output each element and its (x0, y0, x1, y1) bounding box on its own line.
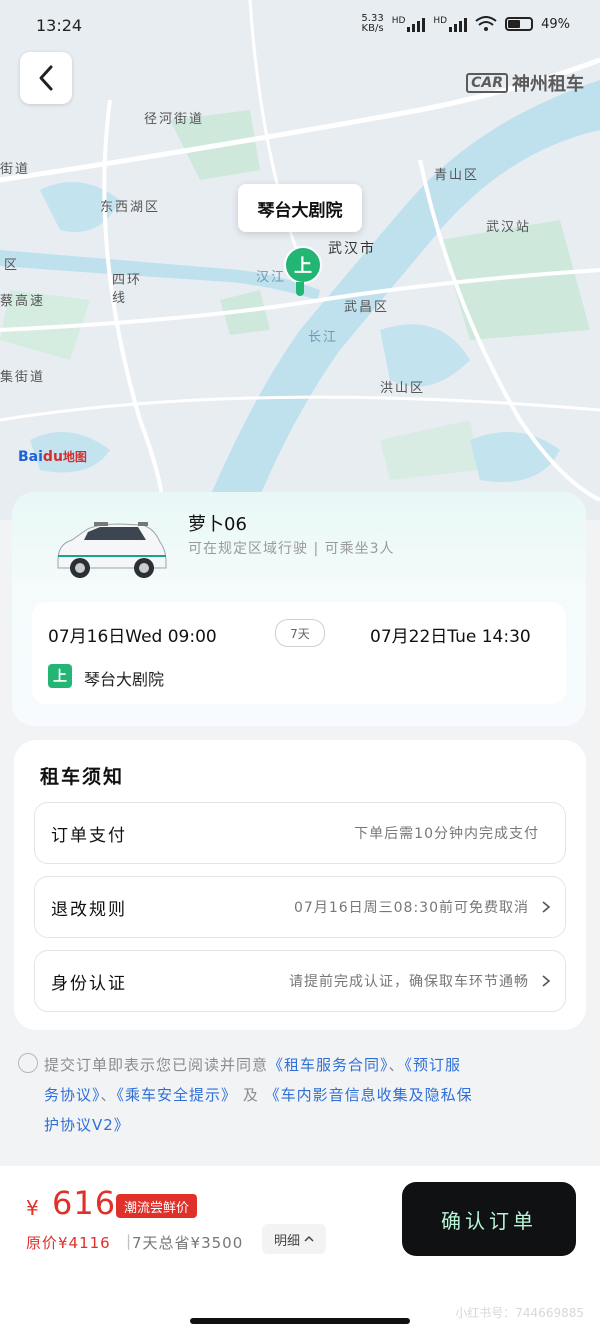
pickup-location[interactable]: 琴台大剧院 (84, 666, 164, 690)
map-label: 洪山区 (380, 381, 426, 396)
privacy-agreement-link[interactable]: 护协议V2》 (44, 1116, 130, 1134)
promo-badge: 潮流尝鲜价 (116, 1194, 198, 1218)
map-label: 汉江 (256, 270, 287, 285)
chevron-right-icon (542, 975, 551, 987)
car-description: 可在规定区域行驶 | 可乘坐3人 (188, 541, 395, 557)
original-price: 原价¥4116 (26, 1234, 111, 1252)
separator: 、 (100, 1086, 117, 1104)
notice-label: 身份认证 (51, 973, 127, 994)
agreement-line: 护协议V2》 (18, 1110, 582, 1140)
pin-stem (296, 282, 304, 296)
map-label: 武昌区 (344, 300, 390, 315)
car-name: 萝卜06 (188, 514, 247, 535)
brand-logo: CAR 神州租车 (466, 70, 584, 96)
map-label: 四环线 (112, 273, 143, 306)
map-label: 青山区 (434, 168, 480, 183)
brand-name: 神州租车 (512, 74, 584, 95)
car-image (57, 522, 167, 578)
signal-icon: HD (392, 16, 426, 32)
signal-icon: HD (433, 16, 468, 32)
hd-label: HD (391, 16, 406, 26)
map-label: 蔡高速 (0, 294, 46, 309)
home-indicator[interactable] (190, 1318, 410, 1324)
status-time: 13:24 (36, 16, 83, 35)
pickup-pin-icon[interactable]: 上 (284, 246, 322, 284)
notice-row-payment: 订单支付 下单后需10分钟内完成支付 (34, 802, 566, 864)
map-label: 街道 (0, 162, 31, 177)
currency-symbol: ¥ (26, 1196, 39, 1220)
notice-value: 07月16日周三08:30前可免费取消 (294, 900, 529, 916)
price-detail-button[interactable]: 明细 (262, 1224, 326, 1254)
battery-icon (505, 17, 534, 31)
booking-agreement-link[interactable]: 务协议》 (44, 1086, 101, 1104)
booking-agreement-link[interactable]: 《预订服 (405, 1056, 462, 1074)
notice-value: 请提前完成认证，确保取车环节通畅 (289, 974, 529, 990)
agreement-prefix: 提交订单即表示您已阅读并同意 (44, 1056, 269, 1074)
agreement-line: 务协议》、《乘车安全提示》 及 《车内影音信息收集及隐私保 (18, 1080, 582, 1110)
chevron-right-icon (542, 901, 551, 913)
confirm-order-button[interactable]: 确认订单 (402, 1182, 576, 1256)
notice-title: 租车须知 (40, 766, 125, 788)
map-label: 集街道 (0, 370, 46, 385)
notice-label: 订单支付 (51, 825, 127, 846)
return-time[interactable]: 07月22日Tue 14:30 (370, 622, 531, 647)
privacy-agreement-link[interactable]: 《车内影音信息收集及隐私保 (265, 1086, 473, 1104)
map-label: 径河街道 (144, 112, 205, 127)
wifi-icon (475, 16, 497, 31)
status-bar: 13:24 5.33 KB/s HD HD 49% (0, 0, 600, 50)
order-footer: ¥ 616 潮流尝鲜价 原价¥4116 | 7天总省¥3500 明细 确认订单 … (0, 1166, 600, 1334)
battery-percent: 49% (541, 16, 570, 32)
pickup-time[interactable]: 07月16日Wed 09:00 (48, 622, 217, 647)
safety-tips-link[interactable]: 《乘车安全提示》 (117, 1086, 238, 1104)
network-speed: 5.33 KB/s (361, 14, 383, 34)
back-button[interactable] (20, 52, 72, 104)
price-value: 616 (52, 1184, 117, 1222)
rental-notice-card: 租车须知 订单支付 下单后需10分钟内完成支付 退改规则 07月16日周三08:… (14, 740, 586, 1030)
and-text: 及 (237, 1086, 265, 1104)
map-label: 武汉市 (328, 241, 376, 257)
map-label: 长江 (308, 330, 339, 345)
map-label: 区 (4, 258, 20, 273)
notice-row-refund[interactable]: 退改规则 07月16日周三08:30前可免费取消 (34, 876, 566, 938)
pickup-badge-icon: 上 (48, 664, 72, 688)
notice-label: 退改规则 (51, 899, 127, 920)
map-label: 东西湖区 (100, 200, 161, 215)
hd-label: HD (433, 16, 448, 26)
price-separator: | (126, 1232, 132, 1250)
car-card: 萝卜06 可在规定区域行驶 | 可乘坐3人 07月16日Wed 09:00 7天… (12, 492, 586, 726)
watermark: 小红书号：744669885 (455, 1306, 584, 1320)
map-provider-suffix: 地图 (62, 450, 87, 464)
speed-unit: KB/s (361, 23, 384, 34)
notice-value: 下单后需10分钟内完成支付 (354, 826, 539, 842)
savings-text: 7天总省¥3500 (132, 1234, 244, 1252)
brand-car-mark: CAR (466, 73, 508, 93)
trip-details[interactable]: 07月16日Wed 09:00 7天 07月22日Tue 14:30 上 琴台大… (32, 602, 566, 704)
agreement-checkbox[interactable] (18, 1053, 38, 1073)
notice-row-identity[interactable]: 身份认证 请提前完成认证，确保取车环节通畅 (34, 950, 566, 1012)
duration-badge: 7天 (275, 619, 325, 647)
status-icons: 5.33 KB/s HD HD 49% (361, 14, 570, 34)
detail-label: 明细 (273, 1233, 300, 1249)
separator: 、 (388, 1056, 405, 1074)
agreement-text: 提交订单即表示您已阅读并同意《租车服务合同》、《预订服 务协议》、《乘车安全提示… (18, 1050, 582, 1140)
chevron-up-icon (304, 1235, 314, 1242)
back-arrow-icon (39, 65, 53, 91)
map-provider-logo: Baidu地图 (18, 449, 87, 465)
map-provider-prefix: Bai (18, 449, 43, 465)
map-label: 武汉站 (486, 220, 532, 235)
poi-bubble[interactable]: 琴台大剧院 (238, 184, 362, 232)
rental-contract-link[interactable]: 《租车服务合同》 (268, 1056, 389, 1074)
